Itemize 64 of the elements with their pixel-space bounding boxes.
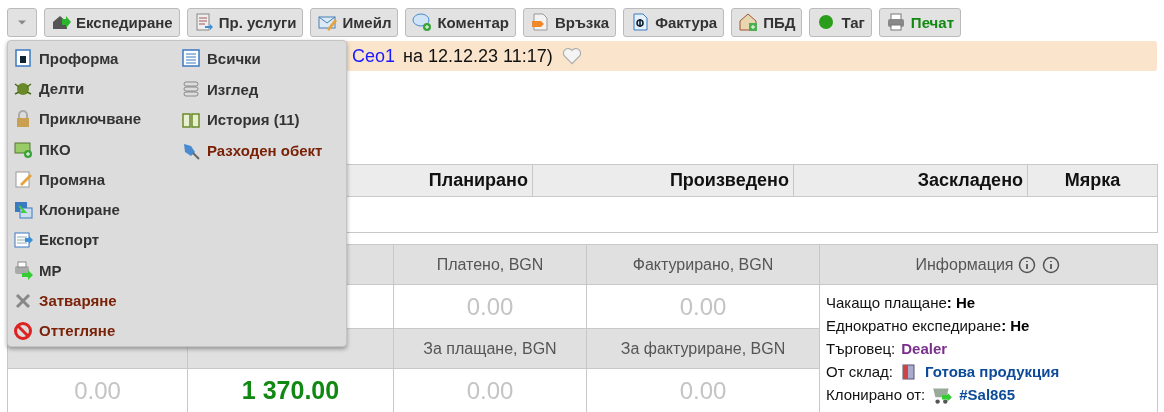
column-header: За плащане, BGN xyxy=(393,328,587,369)
menu-item[interactable]: История (11) xyxy=(181,104,341,136)
column-header: Информация xyxy=(915,255,1014,274)
menu-item[interactable]: Клониране xyxy=(13,194,163,225)
stack-icon xyxy=(181,79,201,100)
menu-item[interactable]: Делти xyxy=(13,73,163,104)
info-link[interactable]: #Sal865 xyxy=(959,386,1016,403)
menu-item[interactable]: Изглед xyxy=(181,73,341,105)
menu-item[interactable]: Проформа xyxy=(13,43,163,74)
menu-item[interactable]: МР xyxy=(13,255,163,286)
menu-item[interactable]: Приключване xyxy=(13,103,163,134)
menu-item[interactable]: Промяна xyxy=(13,164,163,195)
column-header: Мярка xyxy=(1027,164,1158,197)
printer-arrow-icon xyxy=(13,260,33,281)
amount-cell: 0.00 xyxy=(7,368,188,412)
column-header: Платено, BGN xyxy=(393,244,587,285)
column-header: Фактурирано, BGN xyxy=(586,244,820,285)
amount-cell: 0.00 xyxy=(586,284,820,329)
list-icon xyxy=(181,48,201,69)
info-label: Чакащо плащане xyxy=(826,294,947,311)
info-icon xyxy=(1041,254,1062,275)
document-arrow-icon xyxy=(193,12,214,32)
document-icon xyxy=(630,12,651,32)
toolbar-button[interactable]: Връзка xyxy=(522,7,617,37)
menu-item[interactable]: Експорт xyxy=(13,224,163,256)
toolbar-button[interactable]: Фактура xyxy=(623,7,725,37)
pencil-icon xyxy=(13,169,33,190)
menu-item[interactable]: Разходен обект xyxy=(181,135,341,166)
menu-item[interactable]: Затваряне xyxy=(13,285,163,316)
info-label: Еднократно експедиране xyxy=(826,317,1002,334)
house-plus-icon xyxy=(738,12,759,32)
toolbar-button[interactable]: Печат xyxy=(878,7,961,37)
column-header: Произведено xyxy=(532,164,794,197)
info-link[interactable]: Dealer xyxy=(901,340,948,357)
toolbar-button[interactable]: ПБД xyxy=(731,7,803,37)
banner-text: на 12.12.23 11:17) xyxy=(403,45,553,67)
menu-item[interactable]: Всички xyxy=(181,43,341,74)
amount-cell: 0.00 xyxy=(393,284,587,329)
document-icon xyxy=(13,48,33,69)
toolbar-button[interactable]: Експедиране xyxy=(44,7,180,37)
info-icon xyxy=(1017,254,1038,275)
prohibited-icon xyxy=(13,320,33,341)
info-label: От склад: xyxy=(826,363,893,380)
user-link[interactable]: Сео1 xyxy=(352,45,396,67)
info-link[interactable]: Готова продукция xyxy=(924,363,1060,380)
toolbar-button[interactable]: Пр. услуги xyxy=(186,7,304,37)
document-tag-icon xyxy=(529,12,550,32)
menu-item[interactable]: ПКО xyxy=(13,133,163,165)
dropdown-button[interactable] xyxy=(7,7,37,37)
info-value: : Не xyxy=(1001,317,1030,334)
column-header: За фактуриране, BGN xyxy=(586,328,820,369)
column-header: Заскладено xyxy=(793,164,1028,197)
info-label: Търговец: xyxy=(826,340,896,357)
copy-arrow-icon xyxy=(13,199,33,220)
banknote-plus-icon xyxy=(13,139,33,160)
printer-icon xyxy=(885,12,906,32)
menu-item[interactable]: Оттегляне xyxy=(13,315,163,346)
info-label: Клонирано от: xyxy=(826,386,926,403)
heart-icon xyxy=(560,45,583,67)
speech-bubble-icon xyxy=(412,12,433,32)
toolbar-button[interactable]: Таг xyxy=(809,7,872,37)
toolbar-button[interactable]: Коментар xyxy=(405,7,516,37)
info-value: : Не xyxy=(946,294,976,311)
toolbar-button[interactable]: Имейл xyxy=(310,7,399,37)
